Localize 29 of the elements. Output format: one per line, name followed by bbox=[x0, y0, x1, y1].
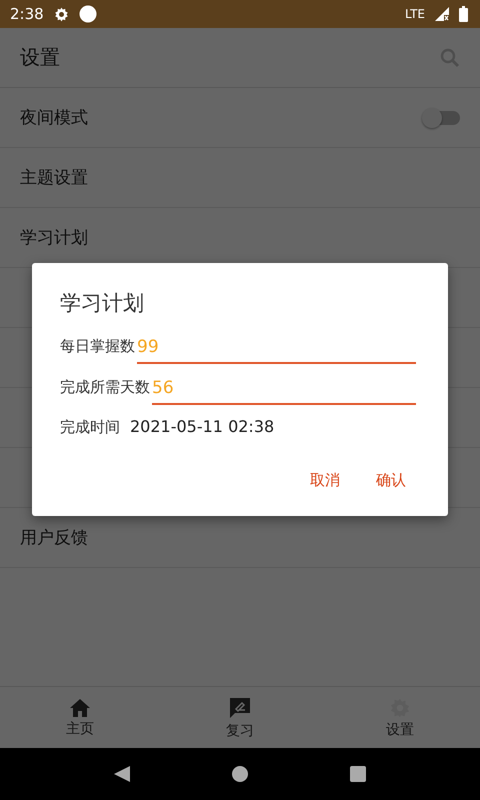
home-icon bbox=[69, 698, 91, 718]
dialog-title: 学习计划 bbox=[60, 290, 145, 317]
toggle-switch[interactable] bbox=[422, 106, 460, 128]
result-label: 完成时间 bbox=[60, 418, 120, 438]
nav-tab[interactable]: 主页 bbox=[0, 687, 160, 748]
circle-icon bbox=[78, 5, 97, 23]
input-field[interactable]: 56 bbox=[152, 378, 416, 405]
dialog-button[interactable]: 确认 bbox=[366, 463, 416, 498]
network-label: LTE bbox=[405, 7, 425, 21]
page-title: 设置 bbox=[20, 44, 60, 71]
nav-tab[interactable]: 设置 bbox=[320, 687, 480, 748]
field-label: 完成所需天数 bbox=[60, 378, 150, 398]
settings-label[interactable]: 主题设置 bbox=[20, 166, 88, 189]
status-time: 2:38 bbox=[10, 5, 44, 23]
settings-label[interactable]: 夜间模式 bbox=[20, 106, 88, 129]
settings-icon bbox=[54, 6, 69, 22]
settings-label[interactable]: 用户反馈 bbox=[20, 526, 88, 549]
result-value: 2021-05-11 02:38 bbox=[130, 417, 274, 436]
edit-message-icon bbox=[228, 696, 252, 720]
battery-icon bbox=[459, 6, 468, 22]
dialog-button[interactable]: 取消 bbox=[300, 463, 350, 498]
signal-icon bbox=[435, 7, 449, 21]
recents-icon[interactable] bbox=[349, 765, 367, 783]
field-label: 每日掌握数 bbox=[60, 337, 135, 357]
home-icon[interactable] bbox=[231, 765, 249, 783]
back-icon[interactable] bbox=[113, 765, 131, 783]
input-field[interactable]: 99 bbox=[137, 337, 416, 364]
nav-tab[interactable]: 复习 bbox=[160, 687, 320, 748]
settings-label[interactable]: 学习计划 bbox=[20, 226, 88, 249]
